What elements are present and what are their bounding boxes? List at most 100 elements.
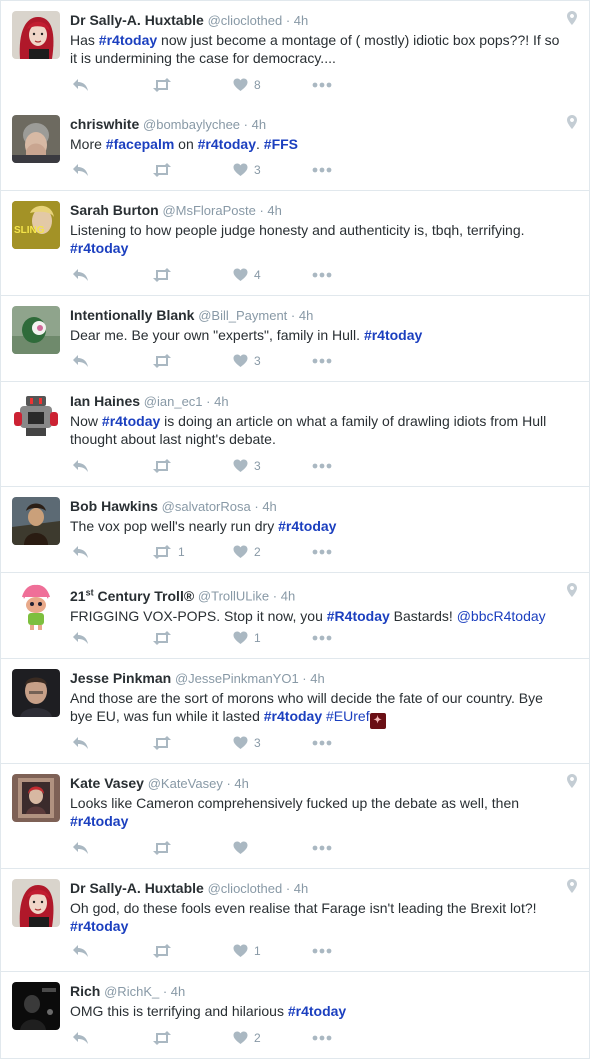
author-name[interactable]: Jesse Pinkman: [70, 670, 171, 686]
more-button[interactable]: [312, 352, 332, 370]
hashtag-link[interactable]: #r4today: [264, 708, 322, 724]
retweet-button[interactable]: 1: [152, 543, 185, 561]
author-name[interactable]: Kate Vasey: [70, 775, 144, 791]
author-name[interactable]: Bob Hawkins: [70, 498, 158, 514]
avatar[interactable]: [12, 115, 60, 163]
author-name[interactable]: chriswhite: [70, 116, 139, 132]
like-button[interactable]: 3: [233, 161, 261, 179]
avatar[interactable]: [12, 392, 60, 440]
author-name[interactable]: Intentionally Blank: [70, 307, 194, 323]
more-button[interactable]: [312, 839, 332, 857]
reply-button[interactable]: [72, 942, 89, 960]
author-name[interactable]: 21st Century Troll®: [70, 587, 194, 604]
more-button[interactable]: [312, 1029, 332, 1047]
like-button[interactable]: 1: [233, 942, 261, 960]
more-button[interactable]: [312, 76, 332, 94]
more-button[interactable]: [312, 629, 332, 647]
tweet-timestamp[interactable]: 4h: [281, 589, 295, 604]
mention-link[interactable]: @bbcR4today: [457, 608, 546, 624]
author-name[interactable]: Ian Haines: [70, 393, 140, 409]
tweet-timestamp[interactable]: 4h: [294, 881, 308, 896]
tweet-card[interactable]: Jesse Pinkman @JessePinkmanYO1 · 4h And t…: [0, 659, 590, 764]
avatar[interactable]: [12, 879, 60, 927]
hashtag-link[interactable]: #r4today: [364, 327, 422, 343]
hashtag-link[interactable]: #r4today: [198, 136, 256, 152]
author-handle[interactable]: @Bill_Payment: [198, 308, 287, 323]
more-button[interactable]: [312, 161, 332, 179]
avatar[interactable]: [12, 583, 60, 631]
like-button[interactable]: 3: [233, 457, 261, 475]
author-handle[interactable]: @clioclothed: [208, 881, 283, 896]
like-button[interactable]: 3: [233, 352, 261, 370]
avatar[interactable]: [12, 306, 60, 354]
tweet-card[interactable]: SLING Sarah Burton @MsFloraPoste · 4h List…: [0, 191, 590, 296]
hashtag-link[interactable]: #r4today: [288, 1003, 346, 1019]
tweet-card[interactable]: Ian Haines @ian_ec1 · 4h Now #r4today is …: [0, 382, 590, 487]
author-handle[interactable]: @ian_ec1: [144, 394, 203, 409]
avatar[interactable]: [12, 11, 60, 59]
tweet-card[interactable]: Rich @RichK_ · 4h OMG this is terrifying …: [0, 972, 590, 1059]
retweet-button[interactable]: [152, 1029, 178, 1047]
tweet-timestamp[interactable]: 4h: [214, 394, 228, 409]
tweet-card[interactable]: Dr Sally-A. Huxtable @clioclothed · 4h Oh…: [0, 869, 590, 972]
avatar[interactable]: [12, 669, 60, 717]
retweet-button[interactable]: [152, 352, 178, 370]
tweet-timestamp[interactable]: 4h: [252, 117, 266, 132]
reply-button[interactable]: [72, 352, 89, 370]
mention-link[interactable]: #EUref: [326, 708, 370, 724]
avatar[interactable]: [12, 982, 60, 1030]
author-handle[interactable]: @JessePinkmanYO1: [175, 671, 299, 686]
like-button[interactable]: [233, 839, 254, 857]
like-button[interactable]: 2: [233, 1029, 261, 1047]
retweet-button[interactable]: [152, 457, 178, 475]
hashtag-link[interactable]: #FFS: [264, 136, 298, 152]
hashtag-link[interactable]: #r4today: [70, 240, 128, 256]
reply-button[interactable]: [72, 839, 89, 857]
tweet-timestamp[interactable]: 4h: [267, 203, 281, 218]
hashtag-link[interactable]: #r4today: [70, 918, 128, 934]
tweet-timestamp[interactable]: 4h: [262, 499, 276, 514]
reply-button[interactable]: [72, 161, 89, 179]
author-handle[interactable]: @salvatorRosa: [162, 499, 251, 514]
like-button[interactable]: 3: [233, 734, 261, 752]
tweet-card[interactable]: Intentionally Blank @Bill_Payment · 4h De…: [0, 296, 590, 382]
like-button[interactable]: 2: [233, 543, 261, 561]
more-button[interactable]: [312, 543, 332, 561]
author-name[interactable]: Dr Sally-A. Huxtable: [70, 880, 204, 896]
hashtag-link[interactable]: #R4today: [327, 608, 390, 624]
hashtag-link[interactable]: #facepalm: [106, 136, 174, 152]
location-pin-icon[interactable]: [567, 583, 577, 600]
tweet-timestamp[interactable]: 4h: [299, 308, 313, 323]
hashtag-link[interactable]: #r4today: [70, 813, 128, 829]
tweet-card[interactable]: 21st Century Troll® @TrollULike · 4h FRIG…: [0, 573, 590, 659]
hashtag-link[interactable]: #r4today: [102, 413, 160, 429]
tweet-timestamp[interactable]: 4h: [294, 13, 308, 28]
retweet-button[interactable]: [152, 942, 178, 960]
avatar[interactable]: [12, 497, 60, 545]
more-button[interactable]: [312, 266, 332, 284]
tweet-timestamp[interactable]: 4h: [171, 984, 185, 999]
retweet-button[interactable]: [152, 76, 178, 94]
author-handle[interactable]: @TrollULike: [198, 589, 269, 604]
avatar[interactable]: SLING: [12, 201, 60, 249]
location-pin-icon[interactable]: [567, 115, 577, 132]
tweet-timestamp[interactable]: 4h: [310, 671, 324, 686]
hashtag-link[interactable]: #r4today: [278, 518, 336, 534]
reply-button[interactable]: [72, 266, 89, 284]
tweet-card[interactable]: Kate Vasey @KateVasey · 4h Looks like Cam…: [0, 764, 590, 869]
tweet-card[interactable]: chriswhite @bombaylychee · 4h More #facep…: [0, 105, 590, 191]
author-name[interactable]: Dr Sally-A. Huxtable: [70, 12, 204, 28]
location-pin-icon[interactable]: [567, 774, 577, 791]
author-handle[interactable]: @RichK_: [104, 984, 159, 999]
avatar[interactable]: [12, 774, 60, 822]
tweet-card[interactable]: Bob Hawkins @salvatorRosa · 4h The vox po…: [0, 487, 590, 573]
reply-button[interactable]: [72, 76, 89, 94]
author-name[interactable]: Sarah Burton: [70, 202, 159, 218]
reply-button[interactable]: [72, 734, 89, 752]
author-name[interactable]: Rich: [70, 983, 100, 999]
location-pin-icon[interactable]: [567, 879, 577, 896]
location-pin-icon[interactable]: [567, 11, 577, 28]
reply-button[interactable]: [72, 1029, 89, 1047]
retweet-button[interactable]: [152, 629, 178, 647]
retweet-button[interactable]: [152, 734, 178, 752]
